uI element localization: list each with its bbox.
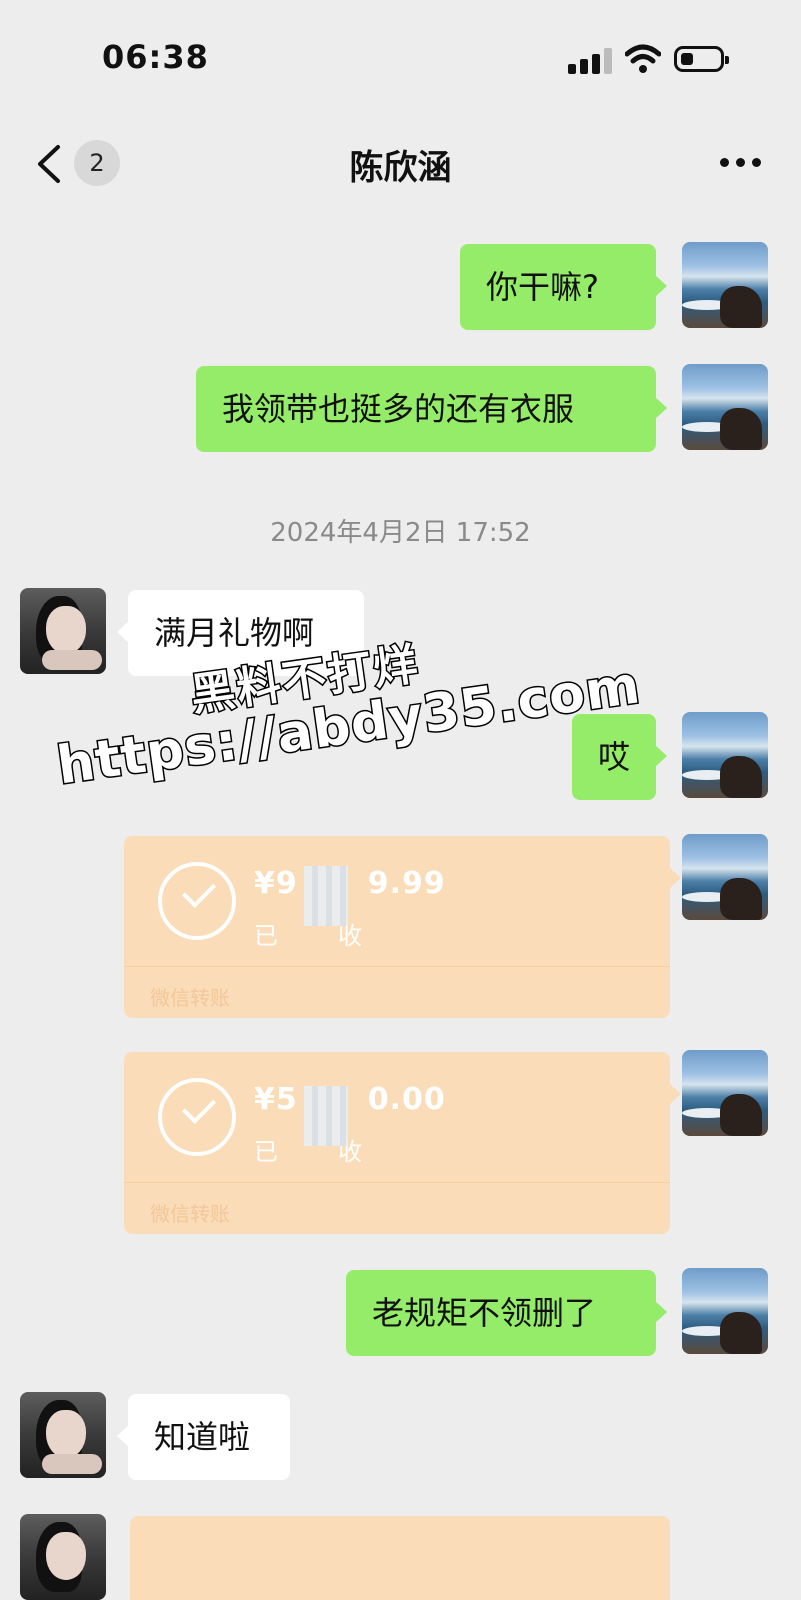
contact-avatar[interactable] [20,1514,106,1600]
check-circle-icon [158,862,236,940]
self-avatar[interactable] [682,1050,768,1136]
contact-avatar[interactable] [20,1392,106,1478]
transfer-label: 微信转账 [150,986,230,1010]
transfer-amount: ¥5 0.00 [254,1082,446,1117]
wechat-transfer-card[interactable]: ¥9 9.99 已收 微信转账 [124,836,681,1018]
battery-icon [674,46,729,72]
redaction-blur [304,1086,348,1146]
redaction-blur [304,866,348,926]
more-options-icon[interactable] [720,158,762,168]
transfer-amount: ¥9 9.99 [254,866,446,901]
status-bar: 06:38 [0,0,801,110]
status-time: 06:38 [102,38,209,76]
wifi-icon [625,44,661,73]
message-bubble-self[interactable]: 老规矩不领删了 [346,1270,667,1356]
self-avatar[interactable] [682,712,768,798]
chat-header: 2 陈欣涵 [0,118,801,210]
message-timestamp: 2024年4月2日 17:52 [270,518,531,548]
message-bubble-self[interactable]: 你干嘛? [460,244,667,330]
message-bubble-self[interactable]: 我领带也挺多的还有衣服 [196,366,667,452]
self-avatar[interactable] [682,834,768,920]
self-avatar[interactable] [682,1268,768,1354]
transfer-label: 微信转账 [150,1202,230,1226]
self-avatar[interactable] [682,242,768,328]
check-circle-icon [158,1078,236,1156]
self-avatar[interactable] [682,364,768,450]
chat-title: 陈欣涵 [349,148,452,188]
cellular-signal-icon [568,48,612,74]
message-bubble-other[interactable]: 知道啦 [117,1394,290,1480]
wechat-transfer-card[interactable] [130,1516,670,1600]
wechat-transfer-card[interactable]: ¥5 0.00 已收 微信转账 [124,1052,681,1234]
